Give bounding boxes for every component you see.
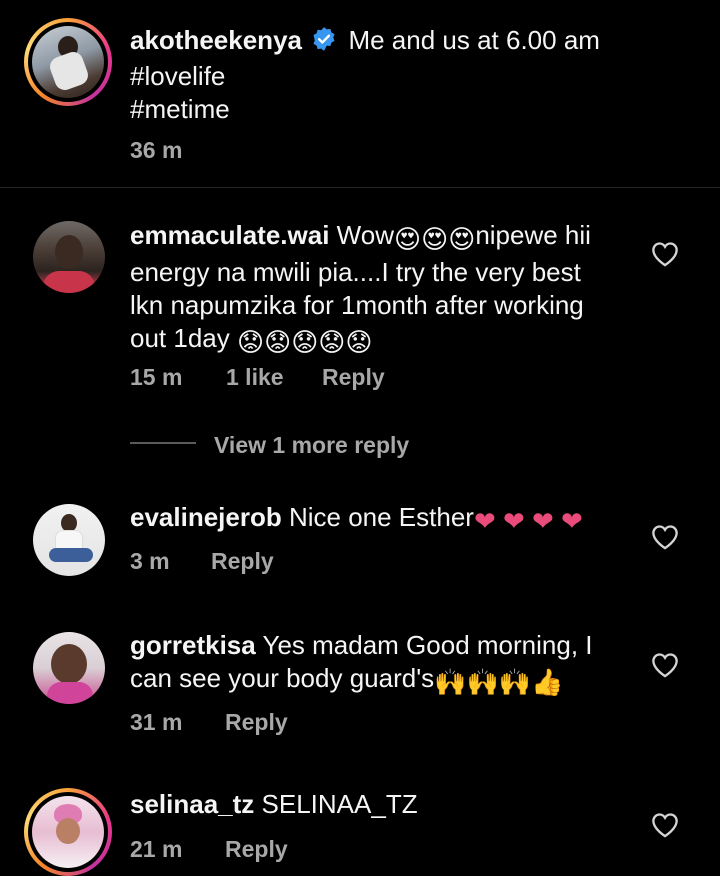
comment-time: 3 m — [130, 548, 170, 574]
comment-time: 21 m — [130, 836, 183, 862]
heart-outline-icon[interactable] — [651, 652, 679, 678]
hashtag-lovelife[interactable]: #lovelife — [130, 61, 225, 91]
reply-button[interactable]: Reply — [211, 548, 274, 575]
sad-face-emoji: 😟😟😟😟😟 — [236, 327, 373, 357]
comment-text: Wow — [336, 220, 394, 250]
reply-button[interactable]: Reply — [225, 836, 288, 863]
caption-time: 36 m — [130, 137, 183, 163]
verified-badge-icon — [311, 26, 337, 60]
heart-eyes-emoji: 😍😍😍 — [393, 224, 476, 254]
caption-text: Me and us at 6.00 am — [348, 25, 600, 55]
comment-avatar[interactable] — [33, 632, 105, 704]
heart-outline-icon[interactable] — [651, 524, 679, 550]
comment-avatar[interactable] — [33, 221, 105, 293]
caption-username[interactable]: akotheekenya — [130, 25, 302, 55]
comment-username[interactable]: emmaculate.wai — [130, 220, 329, 250]
heart-outline-icon[interactable] — [651, 241, 679, 267]
comment-avatar[interactable] — [32, 796, 104, 868]
caption-avatar[interactable] — [32, 26, 104, 98]
caption-divider — [0, 187, 720, 188]
comment-username[interactable]: evalinejerob — [130, 502, 282, 532]
comment-time: 15 m — [130, 364, 183, 390]
raised-hands-emoji: 🙌🙌🙌 — [434, 667, 532, 697]
view-replies-line — [130, 442, 196, 444]
comment-likes[interactable]: 1 like — [226, 364, 284, 391]
comment-username[interactable]: gorretkisa — [130, 630, 256, 660]
comment-username[interactable]: selinaa_tz — [130, 789, 254, 819]
reply-button[interactable]: Reply — [322, 364, 385, 391]
view-more-replies-button[interactable]: View 1 more reply — [214, 432, 409, 459]
caption-avatar-story-ring[interactable] — [24, 18, 112, 106]
hashtag-metime[interactable]: #metime — [130, 94, 230, 124]
comment-text: Nice one Esther — [288, 502, 474, 532]
comment-text: SELINAA_TZ — [261, 789, 418, 819]
comment-time: 31 m — [130, 709, 183, 735]
thumbs-up-emoji: 👍 — [531, 667, 564, 697]
comment-avatar[interactable] — [33, 504, 105, 576]
reply-button[interactable]: Reply — [225, 709, 288, 736]
heart-emoji: ❤ ❤ ❤ ❤ — [473, 506, 583, 536]
heart-outline-icon[interactable] — [651, 812, 679, 838]
comment-avatar-story-ring[interactable] — [24, 788, 112, 876]
